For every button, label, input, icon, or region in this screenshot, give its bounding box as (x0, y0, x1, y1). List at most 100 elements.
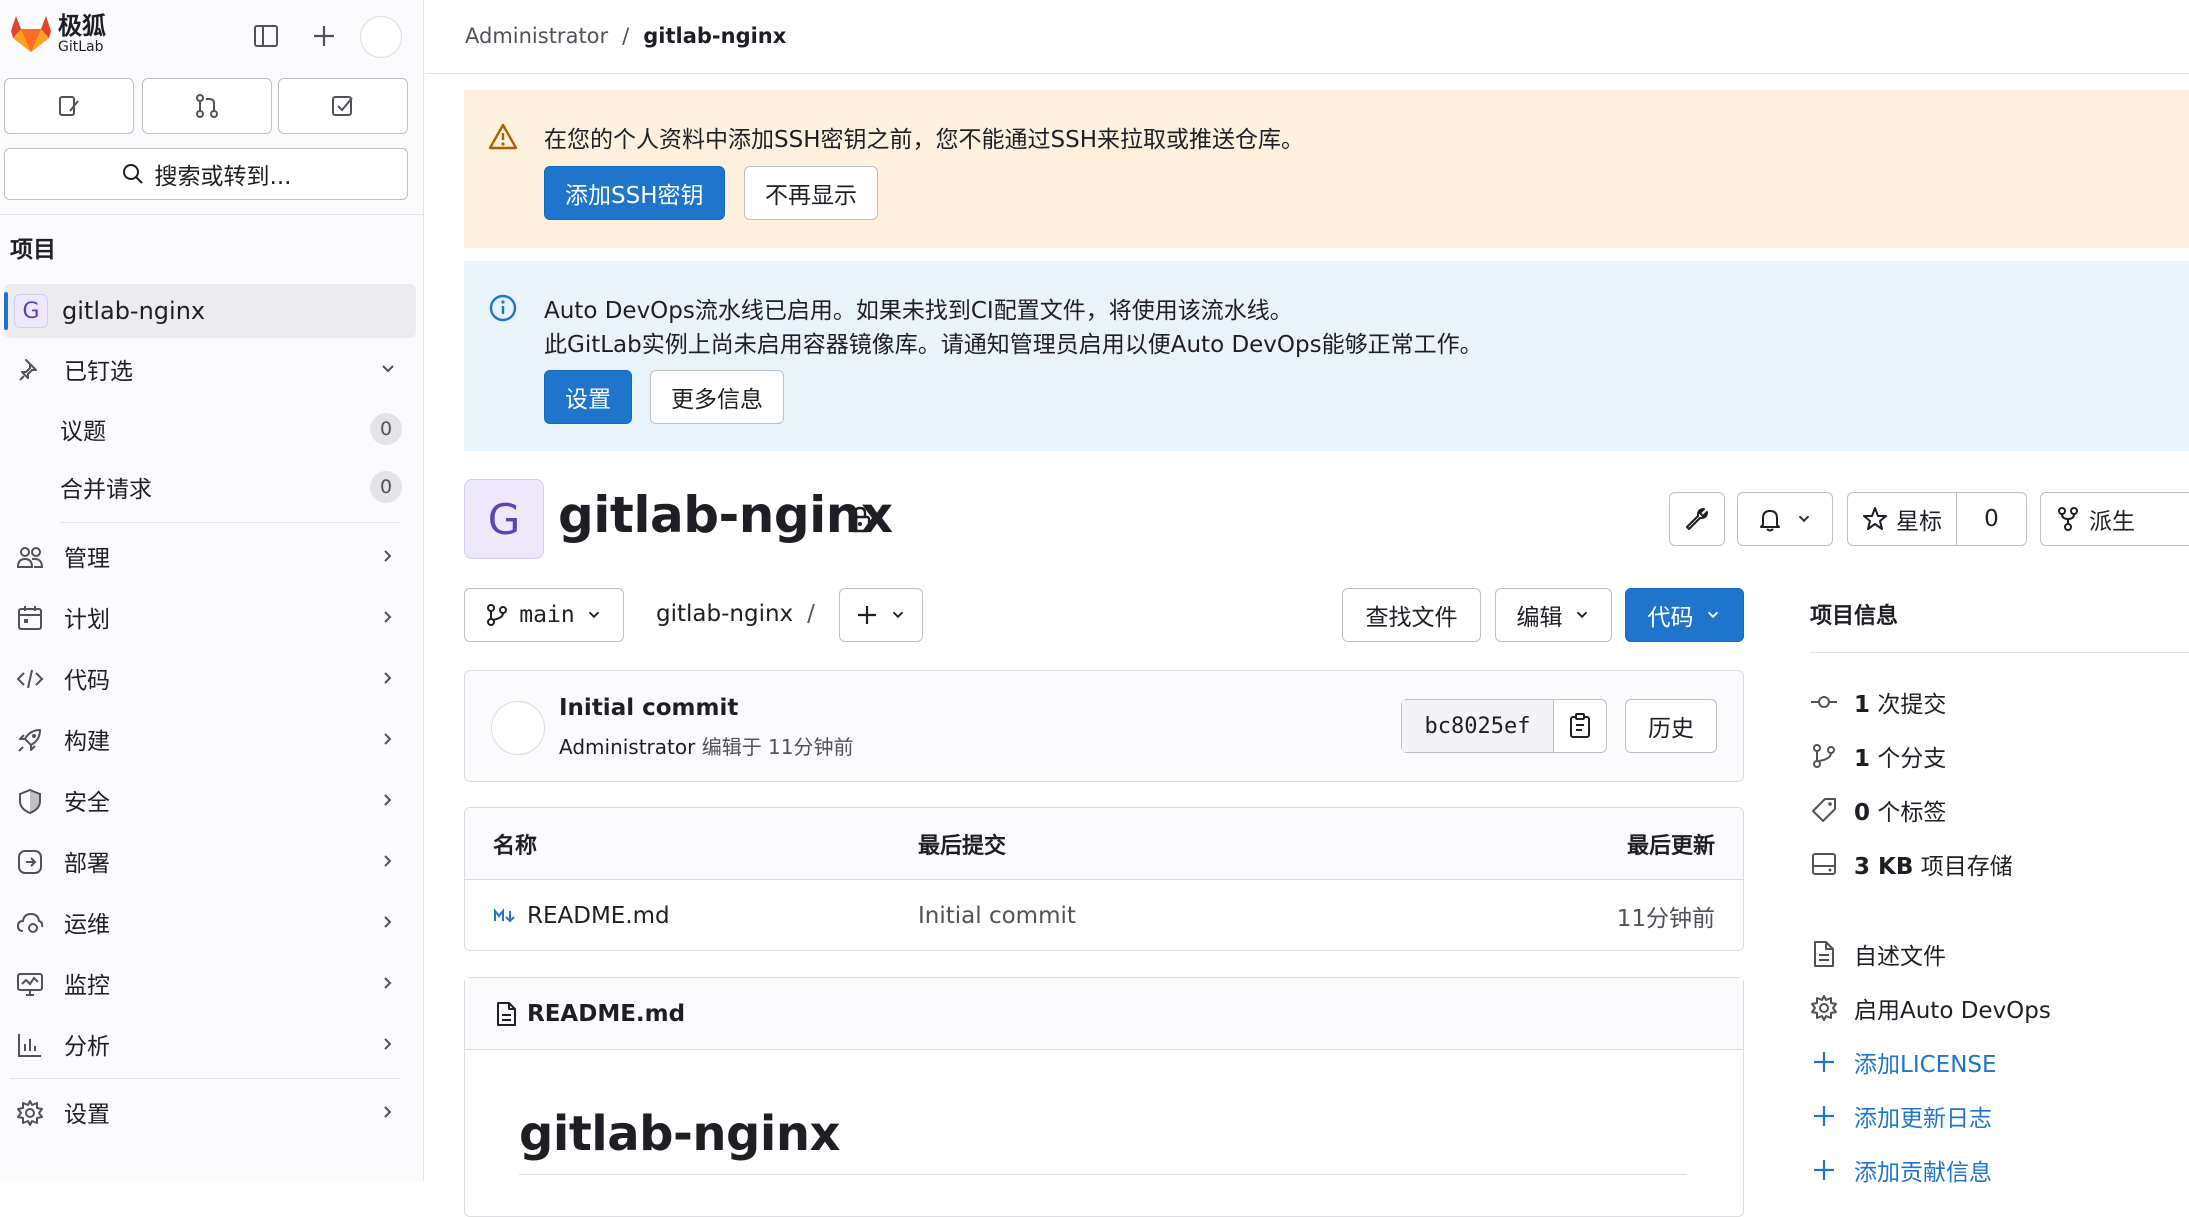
sidebar-item-manage[interactable]: 管理 (4, 529, 416, 583)
sidebar-item-settings[interactable]: 设置 (4, 1085, 416, 1139)
enable-auto-devops-link[interactable]: 启用Auto DevOps (1810, 988, 2051, 1028)
storage-stat[interactable]: 3 KB 项目存储 (1810, 844, 2013, 884)
commit-author[interactable]: Administrator (559, 735, 695, 759)
users-icon (16, 547, 44, 568)
todo-list-button[interactable] (278, 78, 408, 134)
assigned-issues-button[interactable] (4, 78, 134, 134)
sidebar-heading: 项目 (10, 237, 56, 263)
sidebar-item-issues[interactable]: 议题 0 (60, 404, 410, 454)
chevron-right-icon (384, 672, 392, 684)
star-label: 星标 (1896, 509, 1942, 535)
branches-count: 1 (1854, 746, 1871, 772)
sidebar-project-name: gitlab-nginx (62, 297, 206, 325)
sidebar-item-build[interactable]: 构建 (4, 712, 416, 766)
user-avatar[interactable] (360, 16, 402, 58)
code-dropdown[interactable]: 代码 (1625, 588, 1744, 642)
readme-link[interactable]: 自述文件 (1810, 934, 1946, 974)
commit-title[interactable]: Initial commit (559, 695, 738, 721)
branches-stat[interactable]: 1 个分支 (1810, 736, 1946, 776)
sidebar-item-label: 议题 (60, 419, 106, 445)
tags-stat[interactable]: 0 个标签 (1810, 790, 1946, 830)
issues-count-badge: 0 (370, 413, 402, 445)
breadcrumb-parent[interactable]: Administrator (465, 24, 608, 48)
add-changelog-label: 添加更新日志 (1854, 1106, 1992, 1132)
file-name-cell[interactable]: README.md (493, 880, 670, 950)
readme-header: README.md (465, 978, 1743, 1050)
code-icon (16, 669, 44, 689)
notifications-dropdown[interactable] (1737, 492, 1833, 546)
breadcrumb-current[interactable]: gitlab-nginx (643, 24, 786, 48)
sidebar-item-deploy[interactable]: 部署 (4, 834, 416, 888)
search-button[interactable]: 搜索或转到... (4, 148, 408, 200)
add-license-link[interactable]: 添加LICENSE (1810, 1042, 1997, 1082)
repo-path-root[interactable]: gitlab-nginx (656, 601, 793, 627)
sidebar-item-security[interactable]: 安全 (4, 773, 416, 827)
file-tree-table: 名称 最后提交 最后更新 README.md Initial commit 11… (464, 807, 1744, 951)
add-license-label: 添加LICENSE (1854, 1052, 1997, 1078)
sidebar-item-project[interactable]: G gitlab-nginx (4, 284, 416, 338)
fork-icon (2058, 507, 2078, 531)
star-count[interactable]: 0 (1957, 506, 2026, 532)
readme-filename[interactable]: README.md (527, 1001, 685, 1027)
storage-size: 3 KB (1854, 854, 1914, 880)
clipboard-icon (1570, 713, 1590, 738)
commit-meta: Administrator 编辑于 11分钟前 (559, 731, 854, 760)
copy-sha-button[interactable] (1554, 700, 1606, 752)
sidebar-top: 极狐 GitLab (0, 0, 424, 72)
toggle-sidebar-button[interactable] (246, 16, 286, 56)
commits-count: 1 (1854, 692, 1871, 718)
star-button[interactable]: 星标 (1848, 493, 1957, 545)
chevron-right-icon (384, 1106, 392, 1118)
fork-button[interactable]: 派生 (2040, 492, 2189, 546)
sidebar-item-operate[interactable]: 运维 (4, 895, 416, 949)
devops-settings-button[interactable]: 设置 (544, 370, 632, 424)
add-contributing-label: 添加贡献信息 (1854, 1160, 1992, 1186)
commit-sha[interactable]: bc8025ef (1402, 700, 1554, 752)
sidebar-item-pinned[interactable]: 已钉选 (4, 342, 416, 396)
edit-dropdown[interactable]: 编辑 (1495, 588, 1612, 642)
project-settings-button[interactable] (1669, 492, 1725, 546)
ssh-alert-message: 在您的个人资料中添加SSH密钥之前，您不能通过SSH来拉取或推送仓库。 (544, 127, 1304, 153)
gitlab-logo[interactable]: 极狐 GitLab (10, 14, 106, 54)
chevron-down-icon (892, 611, 904, 619)
edit-label: 编辑 (1516, 605, 1563, 631)
branch-icon (487, 604, 508, 626)
sidebar-item-label: 管理 (64, 546, 110, 572)
issues-icon (59, 96, 79, 116)
repo-path-separator: / (807, 601, 815, 627)
chevron-right-icon (384, 733, 392, 745)
add-contributing-link[interactable]: 添加贡献信息 (1810, 1150, 1992, 1190)
history-button[interactable]: 历史 (1625, 699, 1717, 753)
merge-requests-button[interactable] (142, 78, 272, 134)
top-bar: Administrator / gitlab-nginx (425, 0, 2189, 74)
settings-icon (1811, 995, 1837, 1021)
pin-icon (19, 359, 37, 381)
sidebar-item-monitor[interactable]: 监控 (4, 956, 416, 1010)
project-title: gitlab-nginx (558, 486, 893, 544)
dont-show-again-button[interactable]: 不再显示 (744, 166, 878, 220)
sidebar-item-analyze[interactable]: 分析 (4, 1017, 416, 1071)
sidebar-item-merge-requests[interactable]: 合并请求 0 (60, 462, 410, 512)
commit-sha-group: bc8025ef (1401, 699, 1607, 753)
add-ssh-key-button[interactable]: 添加SSH密钥 (544, 166, 725, 220)
repo-path: gitlab-nginx / (656, 601, 815, 627)
chevron-down-icon (1707, 611, 1718, 619)
sidebar-item-label: 计划 (64, 607, 110, 633)
more-info-button[interactable]: 更多信息 (650, 370, 784, 424)
sidebar-item-plan[interactable]: 计划 (4, 590, 416, 644)
branch-selector[interactable]: main (464, 588, 624, 642)
info-icon (489, 294, 517, 322)
file-last-commit[interactable]: Initial commit (918, 880, 1076, 950)
sidebar-item-code[interactable]: 代码 (4, 651, 416, 705)
commits-stat[interactable]: 1 次提交 (1810, 682, 1946, 722)
file-name[interactable]: README.md (527, 903, 670, 929)
ssh-key-alert: 在您的个人资料中添加SSH密钥之前，您不能通过SSH来拉取或推送仓库。 添加SS… (464, 90, 2189, 248)
commit-author-avatar[interactable] (491, 701, 545, 755)
create-new-button[interactable] (304, 16, 344, 56)
table-row[interactable]: README.md Initial commit 11分钟前 (465, 880, 1743, 950)
find-file-button[interactable]: 查找文件 (1342, 588, 1481, 642)
breadcrumb-separator: / (622, 24, 630, 48)
chevron-down-icon (1798, 515, 1810, 523)
add-changelog-link[interactable]: 添加更新日志 (1810, 1096, 1992, 1136)
add-to-tree-dropdown[interactable] (839, 588, 923, 642)
